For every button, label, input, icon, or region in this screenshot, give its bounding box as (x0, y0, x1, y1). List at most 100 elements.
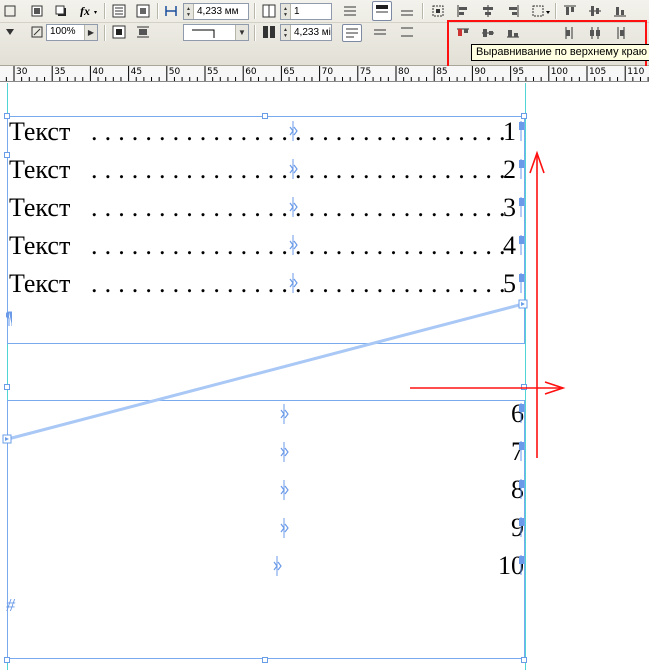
pilcrow-icon (6, 311, 12, 326)
align-left-edges-icon[interactable] (455, 3, 471, 19)
columns-value: 1 (294, 6, 300, 17)
ruler-label: 70 (321, 67, 334, 77)
tab-marker-icon (280, 480, 289, 500)
toolbar-separator (104, 3, 105, 19)
stroke-dropdown-icon[interactable] (2, 24, 18, 40)
toc-entry-page: 1 (503, 117, 516, 146)
tab-marker-icon (280, 404, 289, 424)
tab-marker-icon (289, 197, 298, 217)
toc-entry-text: Текст (9, 231, 71, 260)
text-thread-line (7, 302, 524, 441)
align-right-edges-icon[interactable] (505, 3, 521, 19)
ruler-label: 30 (16, 67, 28, 77)
frame-corner-icon[interactable] (29, 3, 45, 19)
tab-marker-icon (280, 518, 289, 538)
zoom-select[interactable]: 100% ▶ (46, 24, 98, 41)
ruler-label: 95 (512, 67, 525, 77)
zoom-value: 100% (50, 26, 76, 37)
toc-entry-text: Текст (9, 117, 71, 146)
svg-text:fx: fx (80, 5, 90, 17)
stroke-style-icon[interactable] (2, 3, 18, 19)
toc-entry-leader: ........................................… (91, 117, 511, 146)
dimension-icon (163, 3, 179, 19)
effects-fx-icon[interactable]: fx (78, 3, 98, 19)
horizontal-ruler[interactable]: 30 35 40 45 50 55 60 65 70 75 80 85 90 95 100 105 110 (0, 66, 649, 82)
ruler-label: 45 (130, 67, 143, 77)
align-vertical-centers-icon[interactable] (587, 3, 603, 19)
ruler-label: 35 (54, 67, 66, 77)
text-wrap-none-icon[interactable] (111, 3, 127, 19)
vertical-justify-center-icon[interactable] (399, 3, 415, 19)
stepper-arrows-icon[interactable]: ▲ ▼ (184, 4, 194, 19)
tooltip: Выравнивание по верхнему краю (471, 44, 649, 61)
vertical-justify-bottom-icon[interactable] (372, 24, 388, 40)
columns-icon (261, 3, 277, 19)
toc-entry[interactable]: Текст...................................… (9, 117, 524, 147)
tab-marker-icon (273, 556, 282, 576)
paragraph-end-icon (519, 441, 524, 461)
paragraph-end-icon (519, 235, 524, 255)
ruler-label: 40 (92, 67, 104, 77)
vertical-justify-full-icon[interactable] (399, 24, 415, 40)
ruler-label: 65 (283, 67, 295, 77)
chevron-right-icon[interactable]: ▶ (84, 25, 97, 40)
gutter-stepper[interactable]: ▲ ▼ 4,233 мі (280, 24, 332, 41)
ruler-label: 90 (474, 67, 486, 77)
toc-entry-text: Текст (9, 155, 71, 184)
chevron-down-icon[interactable]: ▼ (235, 25, 248, 40)
stepper-arrows-icon[interactable]: ▲ ▼ (281, 4, 291, 19)
toc-entry-page: 5 (503, 269, 516, 298)
drop-shadow-icon[interactable] (53, 3, 69, 19)
toc-entry[interactable]: Текст...................................… (9, 269, 524, 299)
dimension-stepper[interactable]: ▲ ▼ 4,233 мм (183, 3, 249, 20)
paragraph-end-icon (519, 121, 524, 141)
toc-entry[interactable]: Текст...................................… (9, 231, 524, 261)
toc-entry-leader: ........................................… (91, 155, 511, 184)
gutter-value: 4,233 мі (294, 27, 331, 38)
toolbar-separator (555, 3, 556, 19)
tab-marker-icon (289, 121, 298, 141)
toc-entry-leader: ........................................… (91, 231, 511, 260)
toolbar-separator (254, 25, 255, 41)
align-lines-icon[interactable] (342, 3, 358, 19)
stepper-arrows-icon[interactable]: ▲ ▼ (281, 25, 291, 40)
document-canvas[interactable]: Текст...................................… (0, 83, 649, 670)
toolbar-separator (422, 3, 423, 19)
justify-button[interactable] (342, 24, 362, 42)
toolbar-separator (104, 25, 105, 41)
vertical-justify-top-button[interactable] (372, 1, 392, 21)
paragraph-end-icon (519, 517, 524, 537)
columns-stepper[interactable]: ▲ ▼ 1 (280, 3, 332, 20)
fit-frame-icon[interactable] (430, 3, 446, 19)
ruler-label: 80 (398, 67, 410, 77)
ruler-label: 110 (627, 67, 645, 77)
ruler-label: 105 (589, 67, 607, 77)
text-wrap-bounding-icon[interactable] (135, 3, 151, 19)
tab-marker-icon (289, 159, 298, 179)
text-wrap-jump-icon[interactable] (135, 24, 151, 40)
distribute-dropdown-icon[interactable] (530, 3, 552, 19)
toc-entry[interactable]: Текст...................................… (9, 193, 524, 223)
ruler-label: 100 (550, 67, 568, 77)
paragraph-end-icon (519, 403, 524, 423)
ruler-label: 75 (359, 67, 372, 77)
paragraph-end-icon (519, 555, 524, 575)
toc-entry-page: 2 (503, 155, 516, 184)
align-bottom-edges-icon[interactable] (612, 3, 628, 19)
tab-marker-icon (280, 442, 289, 462)
toolbar-separator (254, 3, 255, 19)
text-wrap-shape-icon[interactable] (111, 24, 127, 40)
end-of-story-marker: # (6, 595, 15, 615)
paragraph-end-icon (519, 197, 524, 217)
ruler-label: 50 (168, 67, 181, 77)
paragraph-end-icon (519, 273, 524, 293)
toc-entry-page: 4 (503, 231, 516, 260)
align-top-edges-icon[interactable] (562, 3, 578, 19)
tab-marker-icon (289, 273, 298, 293)
ruler-label: 60 (245, 67, 257, 77)
toc-entry-page: 3 (503, 193, 516, 222)
align-horizontal-centers-icon[interactable] (480, 3, 496, 19)
toc-entry[interactable]: Текст...................................… (9, 155, 524, 185)
corner-options-select[interactable]: ▼ (183, 24, 249, 41)
toc-entry-text: Текст (9, 193, 71, 222)
